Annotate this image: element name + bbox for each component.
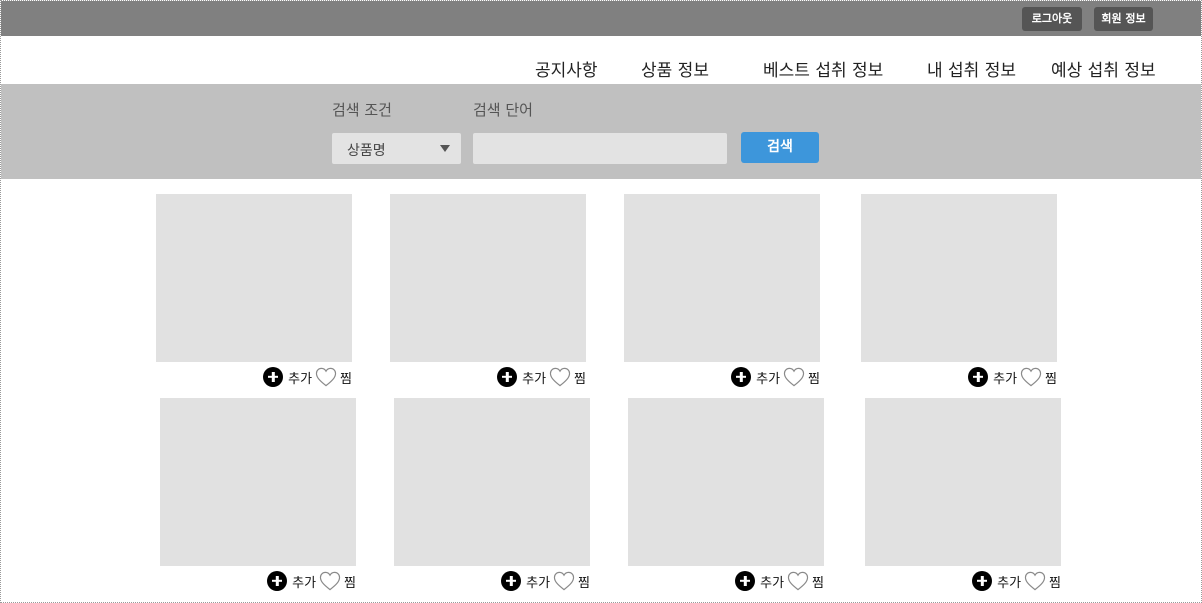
wish-label[interactable]: 찜 xyxy=(808,368,820,387)
add-label[interactable]: 추가 xyxy=(526,572,550,591)
product-actions: 추가 찜 xyxy=(267,570,356,592)
product-actions: 추가 찜 xyxy=(263,366,352,388)
product-actions: 추가 찜 xyxy=(968,366,1057,388)
nav-item-product-info[interactable]: 상품 정보 xyxy=(641,56,709,81)
add-plus-icon[interactable] xyxy=(267,571,288,591)
nav-item-notices[interactable]: 공지사항 xyxy=(535,56,598,81)
add-plus-icon[interactable] xyxy=(968,367,989,387)
wish-label[interactable]: 찜 xyxy=(574,368,586,387)
product-image[interactable] xyxy=(861,194,1057,362)
heart-icon[interactable] xyxy=(787,571,809,591)
search-condition-label: 검색 조건 xyxy=(332,101,392,119)
add-label[interactable]: 추가 xyxy=(288,368,312,387)
search-button[interactable]: 검색 xyxy=(741,132,819,163)
add-label[interactable]: 추가 xyxy=(292,572,316,591)
heart-icon[interactable] xyxy=(319,571,341,591)
add-plus-icon[interactable] xyxy=(972,571,993,591)
nav-item-best-intake[interactable]: 베스트 섭취 정보 xyxy=(763,56,883,81)
product-image[interactable] xyxy=(624,194,820,362)
product-card: 추가 찜 xyxy=(865,398,1061,594)
add-plus-icon[interactable] xyxy=(735,571,756,591)
nav-item-expected-intake[interactable]: 예상 섭취 정보 xyxy=(1051,56,1156,81)
product-actions: 추가 찜 xyxy=(501,570,590,592)
product-image[interactable] xyxy=(865,398,1061,566)
product-card: 추가 찜 xyxy=(624,194,820,390)
product-card: 추가 찜 xyxy=(628,398,824,594)
add-label[interactable]: 추가 xyxy=(756,368,780,387)
top-bar: 로그아웃 회원 정보 xyxy=(1,1,1201,36)
product-actions: 추가 찜 xyxy=(735,570,824,592)
add-plus-icon[interactable] xyxy=(501,571,522,591)
wish-label[interactable]: 찜 xyxy=(340,368,352,387)
heart-icon[interactable] xyxy=(783,367,805,387)
add-label[interactable]: 추가 xyxy=(993,368,1017,387)
product-image[interactable] xyxy=(394,398,590,566)
nav-item-my-intake[interactable]: 내 섭취 정보 xyxy=(927,56,1016,81)
add-plus-icon[interactable] xyxy=(263,367,284,387)
product-card: 추가 찜 xyxy=(160,398,356,594)
logout-button[interactable]: 로그아웃 xyxy=(1022,7,1082,31)
search-bar: 검색 조건 검색 단어 상품명 검색 xyxy=(1,84,1201,179)
product-card: 추가 찜 xyxy=(390,194,586,390)
heart-icon[interactable] xyxy=(553,571,575,591)
product-image[interactable] xyxy=(160,398,356,566)
caret-down-icon xyxy=(440,145,450,152)
wish-label[interactable]: 찜 xyxy=(344,572,356,591)
search-keyword-input[interactable] xyxy=(473,133,727,164)
member-info-button[interactable]: 회원 정보 xyxy=(1094,7,1153,31)
wish-label[interactable]: 찜 xyxy=(1045,368,1057,387)
page-frame: 로그아웃 회원 정보 공지사항 상품 정보 베스트 섭취 정보 내 섭취 정보 … xyxy=(0,0,1202,603)
search-keyword-label: 검색 단어 xyxy=(473,101,533,119)
add-label[interactable]: 추가 xyxy=(760,572,784,591)
heart-icon[interactable] xyxy=(315,367,337,387)
product-actions: 추가 찜 xyxy=(972,570,1061,592)
product-card: 추가 찜 xyxy=(394,398,590,594)
wish-label[interactable]: 찜 xyxy=(1049,572,1061,591)
add-plus-icon[interactable] xyxy=(497,367,518,387)
wish-label[interactable]: 찜 xyxy=(812,572,824,591)
product-image[interactable] xyxy=(628,398,824,566)
add-label[interactable]: 추가 xyxy=(522,368,546,387)
product-image[interactable] xyxy=(156,194,352,362)
product-card: 추가 찜 xyxy=(156,194,352,390)
add-label[interactable]: 추가 xyxy=(997,572,1021,591)
heart-icon[interactable] xyxy=(1020,367,1042,387)
product-image[interactable] xyxy=(390,194,586,362)
add-plus-icon[interactable] xyxy=(731,367,752,387)
wish-label[interactable]: 찜 xyxy=(578,572,590,591)
search-condition-select[interactable]: 상품명 xyxy=(332,133,461,164)
product-card: 추가 찜 xyxy=(861,194,1057,390)
product-actions: 추가 찜 xyxy=(497,366,586,388)
heart-icon[interactable] xyxy=(549,367,571,387)
heart-icon[interactable] xyxy=(1024,571,1046,591)
search-condition-value: 상품명 xyxy=(347,143,386,159)
product-actions: 추가 찜 xyxy=(731,366,820,388)
